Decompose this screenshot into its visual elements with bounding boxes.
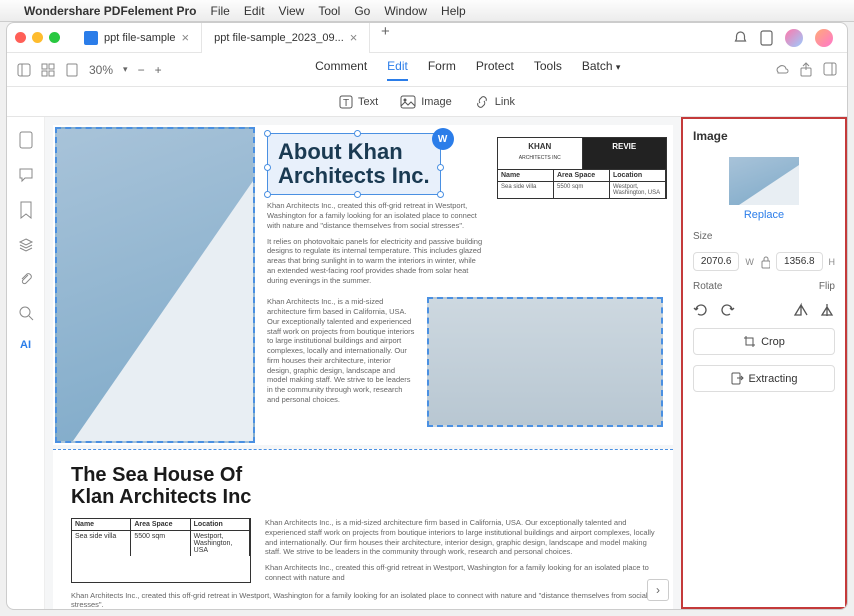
zoom-dropdown-icon[interactable]: ▾ xyxy=(123,64,128,75)
column-text: Khan Architects Inc., is a mid-sized arc… xyxy=(267,297,417,427)
tab-comment[interactable]: Comment xyxy=(315,59,367,81)
menu-view[interactable]: View xyxy=(279,4,305,18)
word-badge-icon[interactable]: W xyxy=(432,128,454,150)
tab-label: ppt file-sample xyxy=(104,32,176,44)
search-icon[interactable] xyxy=(18,305,34,321)
share-icon[interactable] xyxy=(799,62,813,77)
headline-textbox-selected[interactable]: About KhanArchitects Inc. W xyxy=(267,133,441,195)
attachments-icon[interactable] xyxy=(18,271,34,287)
text-icon: T xyxy=(339,95,353,109)
bookmarks-icon[interactable] xyxy=(19,201,33,219)
page2-body-text: Khan Architects Inc., is a mid-sized arc… xyxy=(265,518,655,583)
body-paragraph-1: Khan Architects Inc., created this off-g… xyxy=(267,201,663,230)
crop-icon xyxy=(743,335,756,348)
tab-close-icon[interactable]: × xyxy=(350,30,358,45)
zoom-in-button[interactable]: + xyxy=(155,63,162,77)
image-thumbnail xyxy=(729,157,799,205)
add-link-button[interactable]: Link xyxy=(474,95,515,109)
tab-close-icon[interactable]: × xyxy=(182,30,190,45)
menu-window[interactable]: Window xyxy=(384,4,427,18)
app-window: ppt file-sample × ppt file-sample_2023_0… xyxy=(6,22,848,610)
document-canvas[interactable]: About KhanArchitects Inc. W KHANARCHITEC… xyxy=(45,117,681,609)
ai-button[interactable]: AI xyxy=(20,339,31,351)
menu-go[interactable]: Go xyxy=(354,4,370,18)
tab-edit[interactable]: Edit xyxy=(387,59,408,81)
flip-vertical-icon[interactable] xyxy=(819,302,835,318)
info-table: KHANARCHITECTS INC REVIE NameArea SpaceL… xyxy=(497,137,667,199)
menu-edit[interactable]: Edit xyxy=(244,4,265,18)
h-label: H xyxy=(829,257,836,267)
cloud-icon[interactable] xyxy=(774,62,789,77)
add-image-button[interactable]: Image xyxy=(400,95,452,109)
link-icon xyxy=(474,95,490,109)
tab-label: ppt file-sample_2023_09... xyxy=(214,32,344,44)
menu-help[interactable]: Help xyxy=(441,4,466,18)
rotate-left-icon[interactable] xyxy=(693,302,709,318)
document-tab[interactable]: ppt file-sample × xyxy=(72,23,202,53)
replace-image-button[interactable]: Replace xyxy=(693,209,835,221)
left-rail: AI xyxy=(7,117,45,609)
user-avatar-2[interactable] xyxy=(815,29,833,47)
add-text-button[interactable]: T Text xyxy=(339,95,378,109)
titlebar: ppt file-sample × ppt file-sample_2023_0… xyxy=(7,23,847,53)
w-label: W xyxy=(745,257,754,267)
sidebar-toggle-icon[interactable] xyxy=(17,63,31,77)
extract-icon xyxy=(731,372,744,385)
page2-table: NameArea SpaceLocation Sea side villa550… xyxy=(71,518,251,583)
thumbnails-icon[interactable] xyxy=(18,131,34,149)
main-toolbar: 30% ▾ − + Comment Edit Form Protect Tool… xyxy=(7,53,847,87)
image-properties-panel: Image Replace Size 2070.6 W 1356.8 H Rot… xyxy=(681,117,847,609)
document-tab-active[interactable]: ppt file-sample_2023_09... × xyxy=(202,23,370,53)
extract-button[interactable]: Extracting xyxy=(693,365,835,392)
zoom-level[interactable]: 30% xyxy=(89,63,113,77)
secondary-image-selected[interactable] xyxy=(427,297,663,427)
body-paragraph-2: It relies on photovoltaic panels for ele… xyxy=(267,237,663,286)
rotate-right-icon[interactable] xyxy=(719,302,735,318)
maximize-window-button[interactable] xyxy=(49,32,60,43)
tab-batch[interactable]: Batch ▾ xyxy=(582,59,621,81)
page-2: The Sea House OfKlan Architects Inc Name… xyxy=(53,449,673,609)
tab-protect[interactable]: Protect xyxy=(476,59,514,81)
mobile-icon[interactable] xyxy=(760,30,773,46)
rotate-label: Rotate xyxy=(693,281,722,292)
comments-icon[interactable] xyxy=(18,167,34,183)
user-avatar-1[interactable] xyxy=(785,29,803,47)
tab-form[interactable]: Form xyxy=(428,59,456,81)
crop-button[interactable]: Crop xyxy=(693,328,835,355)
menu-file[interactable]: File xyxy=(211,4,230,18)
new-tab-button[interactable]: + xyxy=(370,23,400,53)
flip-label: Flip xyxy=(819,281,835,292)
page-view-icon[interactable] xyxy=(65,63,79,77)
grid-view-icon[interactable] xyxy=(41,63,55,77)
macos-menubar: Wondershare PDFelement Pro File Edit Vie… xyxy=(0,0,854,22)
close-window-button[interactable] xyxy=(15,32,26,43)
zoom-out-button[interactable]: − xyxy=(138,63,145,77)
page-1: About KhanArchitects Inc. W KHANARCHITEC… xyxy=(53,125,673,445)
app-name[interactable]: Wondershare PDFelement Pro xyxy=(24,4,197,18)
size-label: Size xyxy=(693,231,835,242)
edit-subtoolbar: T Text Image Link xyxy=(7,87,847,117)
width-input[interactable]: 2070.6 xyxy=(693,252,739,271)
lock-aspect-icon[interactable] xyxy=(760,255,770,269)
page2-para-1: Khan Architects Inc., created this off-g… xyxy=(71,591,655,610)
menu-tool[interactable]: Tool xyxy=(318,4,340,18)
flip-horizontal-icon[interactable] xyxy=(793,302,809,318)
hero-image-selected[interactable] xyxy=(55,127,255,443)
panel-toggle-icon[interactable] xyxy=(823,62,837,76)
tab-tools[interactable]: Tools xyxy=(534,59,562,81)
panel-title: Image xyxy=(693,129,835,143)
next-page-button[interactable]: › xyxy=(647,579,669,601)
bell-icon[interactable] xyxy=(733,30,748,45)
ppt-file-icon xyxy=(84,31,98,45)
height-input[interactable]: 1356.8 xyxy=(776,252,822,271)
minimize-window-button[interactable] xyxy=(32,32,43,43)
image-icon xyxy=(400,95,416,109)
svg-text:T: T xyxy=(343,98,349,109)
layers-icon[interactable] xyxy=(18,237,34,253)
